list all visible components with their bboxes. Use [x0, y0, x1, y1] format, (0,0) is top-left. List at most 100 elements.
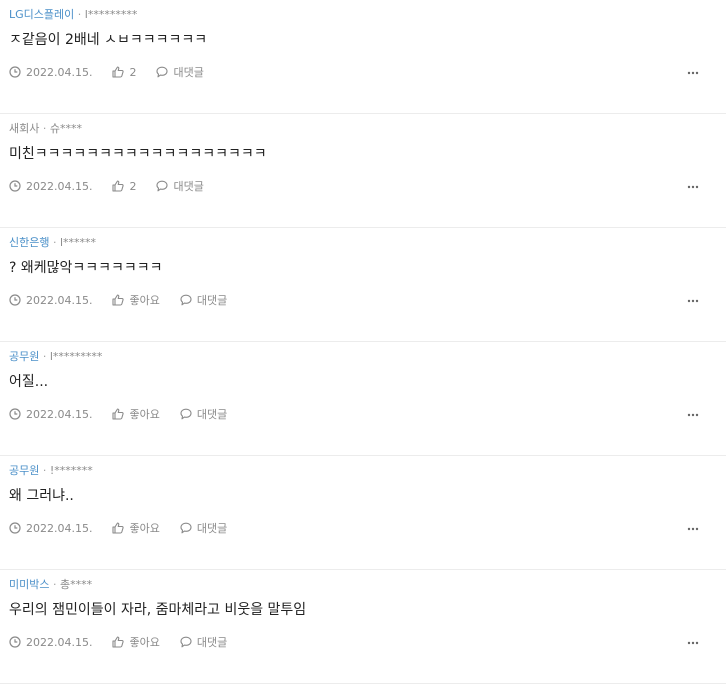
date-text: 2022.04.15. — [26, 179, 93, 193]
company-name[interactable]: LG디스플레이 — [9, 8, 74, 21]
more-options-button[interactable] — [684, 66, 702, 80]
like-button[interactable]: 2 — [112, 66, 136, 79]
more-horizontal-icon — [687, 641, 699, 645]
more-horizontal-icon — [687, 527, 699, 531]
like-label: 좋아요 — [129, 294, 160, 307]
more-options-button[interactable] — [684, 294, 702, 308]
thumbs-up-icon — [112, 180, 129, 192]
date-text: 2022.04.15. — [26, 407, 93, 421]
like-button[interactable]: 좋아요 — [112, 292, 160, 308]
comment-meta: 2022.04.15. 좋아요 대댓글 — [9, 520, 227, 536]
reply-label: 대댓글 — [173, 66, 204, 79]
like-count: 2 — [129, 65, 137, 79]
comment-item: 미미박스 · 총**** 우리의 잼민이들이 자라, 줌마체라고 비웃을 말투임… — [0, 570, 726, 684]
clock-icon — [9, 522, 26, 534]
more-horizontal-icon — [687, 413, 699, 417]
comment-item: 신한은행 · l****** ? 왜케많악ㅋㅋㅋㅋㅋㅋㅋ 2022.04.15.… — [0, 228, 726, 342]
username: l********* — [84, 8, 138, 21]
separator: · — [42, 464, 47, 477]
date: 2022.04.15. — [9, 408, 92, 421]
more-options-button[interactable] — [684, 408, 702, 422]
speech-bubble-icon — [156, 66, 173, 78]
reply-button[interactable]: 대댓글 — [180, 292, 227, 308]
company-name[interactable]: 새회사 — [9, 122, 39, 135]
author-line: LG디스플레이 · l********* — [9, 7, 137, 22]
speech-bubble-icon — [180, 636, 197, 648]
reply-label: 대댓글 — [173, 180, 204, 193]
more-horizontal-icon — [687, 185, 699, 189]
comment-text: 미친ㅋㅋㅋㅋㅋㅋㅋㅋㅋㅋㅋㅋㅋㅋㅋㅋㅋㅋ — [9, 146, 267, 162]
comment-meta: 2022.04.15. 좋아요 대댓글 — [9, 406, 227, 422]
comment-meta: 2022.04.15. 2 대댓글 — [9, 64, 204, 80]
like-label: 좋아요 — [129, 522, 160, 535]
author-line: 공무원 · l********* — [9, 349, 102, 364]
separator: · — [42, 122, 47, 135]
date-text: 2022.04.15. — [26, 521, 93, 535]
more-horizontal-icon — [687, 71, 699, 75]
comment-item: 공무원 · l********* 어질... 2022.04.15. 좋아요 대… — [0, 342, 726, 456]
username: 총**** — [59, 578, 93, 591]
comment-meta: 2022.04.15. 2 대댓글 — [9, 178, 204, 194]
like-count: 2 — [129, 179, 137, 193]
thumbs-up-icon — [112, 66, 129, 78]
date: 2022.04.15. — [9, 636, 92, 649]
reply-label: 대댓글 — [196, 294, 228, 307]
thumbs-up-icon — [112, 522, 129, 534]
company-name[interactable]: 신한은행 — [9, 236, 49, 249]
username: 슈**** — [49, 122, 82, 135]
speech-bubble-icon — [180, 294, 197, 306]
comment-item: 새회사 · 슈**** 미친ㅋㅋㅋㅋㅋㅋㅋㅋㅋㅋㅋㅋㅋㅋㅋㅋㅋㅋ 2022.04… — [0, 114, 726, 228]
thumbs-up-icon — [112, 636, 129, 648]
more-options-button[interactable] — [684, 522, 702, 536]
date-text: 2022.04.15. — [26, 635, 93, 649]
comment-text: 왜 그러냐.. — [9, 488, 74, 504]
reply-label: 대댓글 — [196, 408, 228, 421]
clock-icon — [9, 66, 26, 78]
reply-button[interactable]: 대댓글 — [180, 406, 227, 422]
company-name[interactable]: 미미박스 — [9, 578, 49, 591]
comment-item: LG디스플레이 · l********* ㅈ같음이 2배네 ㅅㅂㅋㅋㅋㅋㅋㅋ 2… — [0, 0, 726, 114]
date-text: 2022.04.15. — [26, 293, 93, 307]
more-horizontal-icon — [687, 299, 699, 303]
more-options-button[interactable] — [684, 636, 702, 650]
separator: · — [52, 578, 57, 591]
username: l****** — [59, 236, 97, 249]
speech-bubble-icon — [180, 522, 197, 534]
speech-bubble-icon — [156, 180, 173, 192]
separator: · — [52, 236, 57, 249]
clock-icon — [9, 636, 26, 648]
clock-icon — [9, 408, 26, 420]
reply-label: 대댓글 — [196, 522, 228, 535]
company-name[interactable]: 공무원 — [9, 464, 39, 477]
reply-label: 대댓글 — [196, 636, 228, 649]
date-text: 2022.04.15. — [26, 65, 93, 79]
clock-icon — [9, 180, 26, 192]
clock-icon — [9, 294, 26, 306]
author-line: 새회사 · 슈**** — [9, 121, 82, 136]
author-line: 신한은행 · l****** — [9, 235, 96, 250]
username: !******* — [49, 464, 93, 477]
date: 2022.04.15. — [9, 522, 92, 535]
like-button[interactable]: 좋아요 — [112, 634, 160, 650]
separator: · — [77, 8, 82, 21]
company-name[interactable]: 공무원 — [9, 350, 39, 363]
like-button[interactable]: 좋아요 — [112, 520, 160, 536]
comment-text: ? 왜케많악ㅋㅋㅋㅋㅋㅋㅋ — [9, 260, 163, 276]
date: 2022.04.15. — [9, 66, 92, 79]
comment-text: 어질... — [9, 374, 49, 390]
reply-button[interactable]: 대댓글 — [156, 178, 204, 194]
username: l********* — [49, 350, 103, 363]
like-button[interactable]: 2 — [112, 180, 136, 193]
author-line: 공무원 · !******* — [9, 463, 93, 478]
reply-button[interactable]: 대댓글 — [180, 634, 227, 650]
like-label: 좋아요 — [129, 636, 160, 649]
date: 2022.04.15. — [9, 294, 92, 307]
author-line: 미미박스 · 총**** — [9, 577, 92, 592]
reply-button[interactable]: 대댓글 — [180, 520, 227, 536]
comment-list: LG디스플레이 · l********* ㅈ같음이 2배네 ㅅㅂㅋㅋㅋㅋㅋㅋ 2… — [0, 0, 726, 684]
comment-text: 우리의 잼민이들이 자라, 줌마체라고 비웃을 말투임 — [9, 602, 307, 618]
thumbs-up-icon — [112, 294, 129, 306]
like-button[interactable]: 좋아요 — [112, 406, 160, 422]
more-options-button[interactable] — [684, 180, 702, 194]
reply-button[interactable]: 대댓글 — [156, 64, 204, 80]
